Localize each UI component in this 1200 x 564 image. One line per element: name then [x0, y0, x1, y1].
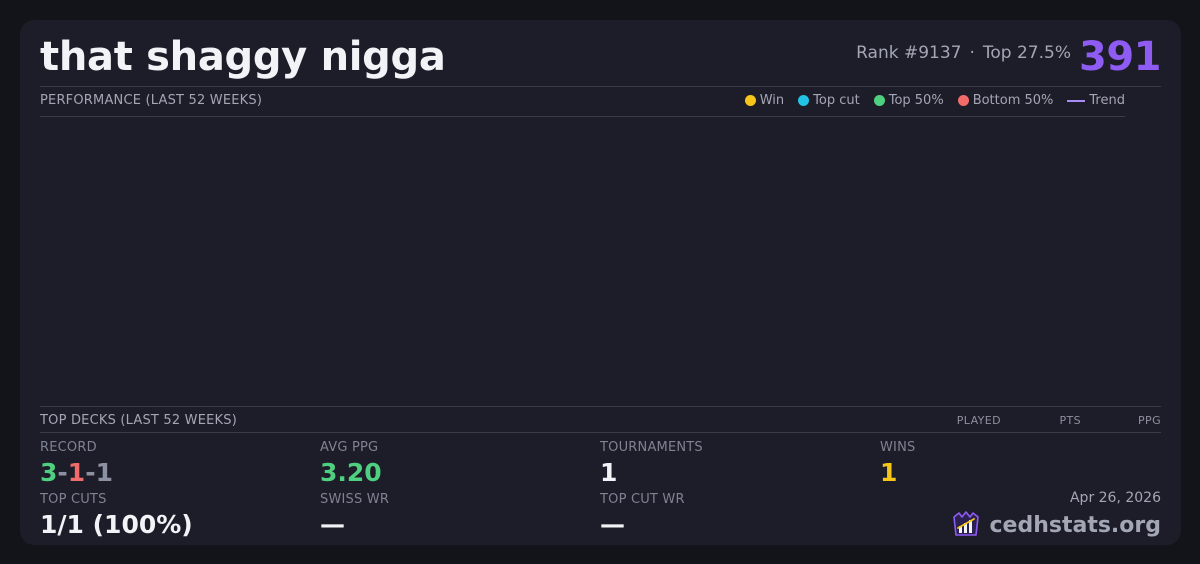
top-cut-wr-value: —: [600, 510, 625, 539]
legend-label-trend: Trend: [1089, 93, 1125, 108]
performance-legend: Win Top cut Top 50% Bottom 50% Trend: [744, 93, 1125, 108]
legend-item-trend: Trend: [1067, 93, 1125, 108]
swiss-wr-label: SWISS WR: [320, 492, 390, 507]
top-decks-section-label: TOP DECKS (LAST 52 WEEKS): [40, 413, 237, 428]
record-draws: 1: [95, 458, 113, 487]
avg-ppg-value: 3.20: [320, 458, 382, 487]
performance-chart-area: [40, 118, 1125, 406]
performance-section-label: PERFORMANCE (LAST 52 WEEKS): [40, 93, 263, 108]
legend-item-top-50: Top 50%: [873, 93, 944, 108]
record-wins: 3: [40, 458, 58, 487]
player-score: 391: [1079, 34, 1162, 80]
top-cut-dot-icon: [798, 95, 810, 106]
stats-divider: [40, 432, 1161, 433]
win-dot-icon: [744, 95, 756, 106]
snapshot-date: Apr 26, 2026: [1069, 490, 1161, 506]
top-decks-column-headers: PLAYED PTS PPG: [941, 414, 1161, 427]
trend-line-icon: [1067, 99, 1086, 102]
wins-stat: WINS 1: [880, 440, 915, 487]
record-label: RECORD: [40, 440, 97, 455]
record-separator: -: [57, 458, 68, 487]
top-cut-wr-stat: TOP CUT WR —: [600, 492, 685, 539]
top-cut-wr-label: TOP CUT WR: [600, 492, 685, 507]
top-cuts-stat: TOP CUTS 1/1 (100%): [40, 492, 193, 539]
record-value: 3-1-1: [40, 458, 113, 487]
legend-item-top-cut: Top cut: [798, 93, 860, 108]
cedhstats-logo-icon: [951, 508, 981, 542]
avg-ppg-stat: AVG PPG 3.20: [320, 440, 382, 487]
brand-name: cedhstats.org: [989, 512, 1161, 538]
top-50-dot-icon: [873, 95, 885, 106]
wins-value: 1: [880, 458, 898, 487]
legend-label-bottom-50: Bottom 50%: [972, 93, 1054, 108]
player-name: that shaggy nigga: [40, 34, 446, 80]
legend-item-win: Win: [744, 93, 785, 108]
column-header-ppg: PPG: [1138, 414, 1161, 427]
record-separator: -: [85, 458, 96, 487]
swiss-wr-value: —: [320, 510, 345, 539]
legend-label-top-50: Top 50%: [888, 93, 944, 108]
top-cuts-value: 1/1 (100%): [40, 510, 193, 539]
legend-label-top-cut: Top cut: [813, 93, 860, 108]
tournaments-stat: TOURNAMENTS 1: [600, 440, 703, 487]
top-percent-label: Top 27.5%: [982, 43, 1071, 63]
performance-divider: [40, 116, 1125, 117]
column-header-pts: PTS: [1059, 414, 1081, 427]
wins-label: WINS: [880, 440, 916, 455]
legend-item-bottom-50: Bottom 50%: [957, 93, 1054, 108]
tournaments-value: 1: [600, 458, 618, 487]
swiss-wr-stat: SWISS WR —: [320, 492, 389, 539]
bottom-50-dot-icon: [957, 95, 969, 106]
rank-label: Rank #9137: [856, 43, 962, 63]
player-card: that shaggy nigga Rank #9137 · Top 27.5%…: [20, 20, 1181, 545]
record-losses: 1: [67, 458, 86, 487]
legend-label-win: Win: [759, 93, 785, 108]
top-decks-divider: [40, 406, 1161, 407]
rank-separator: ·: [969, 43, 975, 63]
avg-ppg-label: AVG PPG: [320, 440, 379, 455]
record-stat: RECORD 3-1-1: [40, 440, 113, 487]
top-cuts-label: TOP CUTS: [40, 492, 107, 507]
column-header-played: PLAYED: [956, 414, 1001, 427]
rank-summary: Rank #9137 · Top 27.5% 391: [856, 34, 1161, 80]
header-divider: [40, 86, 1161, 87]
brand-link[interactable]: cedhstats.org: [951, 508, 1161, 542]
tournaments-label: TOURNAMENTS: [600, 440, 703, 455]
